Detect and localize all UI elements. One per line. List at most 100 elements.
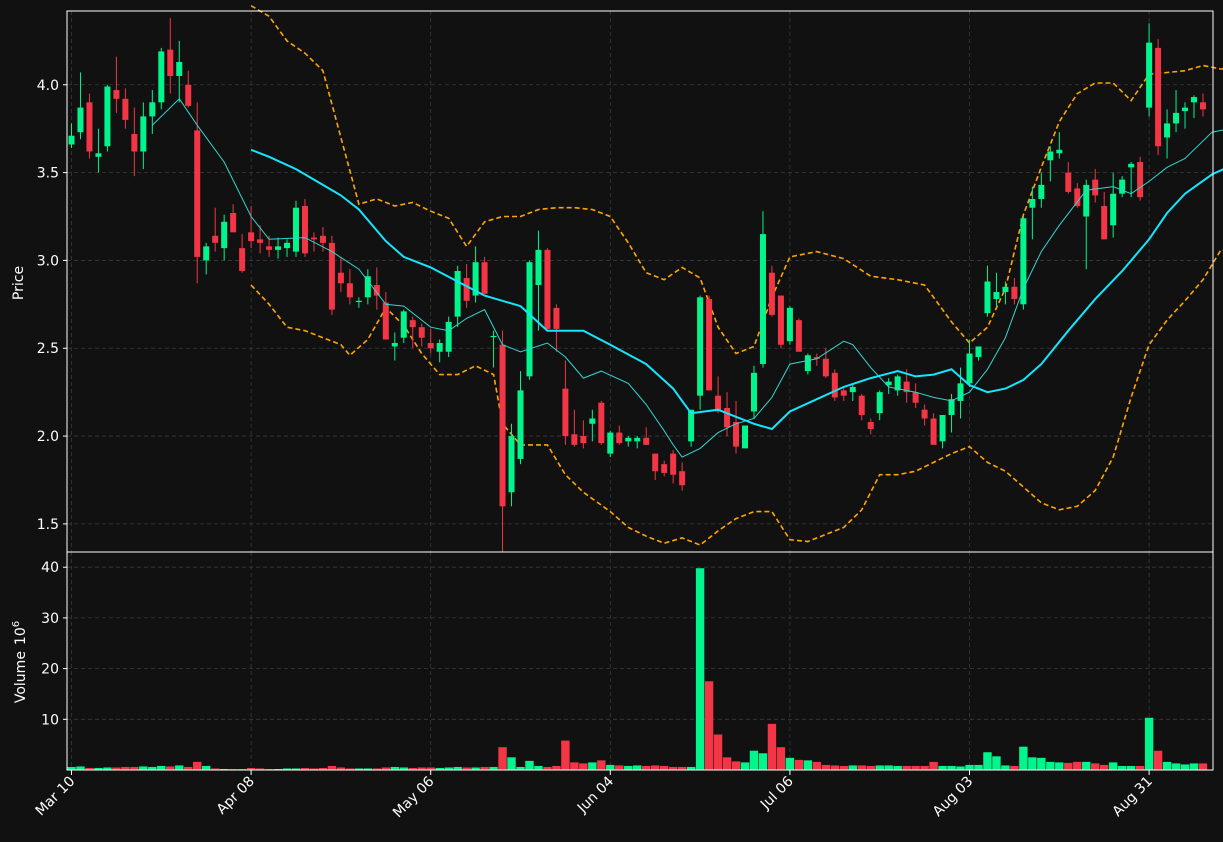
- volume-bar: [139, 766, 148, 770]
- volume-bar: [983, 752, 992, 770]
- candle-body: [993, 292, 1000, 300]
- candle-body: [661, 464, 668, 473]
- volume-bar: [1162, 761, 1172, 770]
- volume-bar: [992, 756, 1001, 770]
- volume-bar: [1126, 765, 1136, 770]
- candle-body: [1110, 193, 1117, 226]
- candle-body: [490, 335, 497, 338]
- candle-body: [625, 437, 632, 442]
- candle-body: [445, 321, 452, 352]
- volume-bar: [767, 723, 777, 770]
- candle-body: [867, 422, 874, 430]
- volume-bar: [561, 740, 570, 770]
- candle-body: [1164, 123, 1171, 138]
- candle-body: [230, 212, 237, 233]
- candle-body: [742, 425, 748, 449]
- candlestick-chart: 1.52.02.53.03.54.0 10203040 Mar 10 Apr 08…: [0, 0, 1223, 842]
- volume-bar: [166, 766, 175, 770]
- candle-body: [1155, 47, 1162, 147]
- volume-bar: [731, 761, 741, 770]
- candle-body: [1182, 107, 1189, 112]
- candle-body: [580, 436, 587, 444]
- volume-bar: [175, 765, 184, 770]
- candle-body: [607, 432, 614, 454]
- candle-body: [239, 248, 246, 271]
- volume-bar: [633, 765, 642, 770]
- volume-bar: [615, 765, 624, 770]
- candle-body: [454, 270, 461, 317]
- candle-body: [562, 388, 569, 437]
- candle-body: [95, 153, 102, 157]
- candle-body: [1199, 102, 1206, 110]
- volume-bar: [794, 759, 804, 770]
- volume-bar: [893, 765, 902, 770]
- candle-body: [634, 437, 641, 442]
- volume-bar: [929, 761, 938, 770]
- candle-body: [122, 98, 129, 120]
- volume-bar: [642, 765, 651, 770]
- volume-bar: [875, 765, 884, 770]
- volume-bar: [1028, 757, 1037, 770]
- volume-bar: [776, 747, 786, 770]
- volume-bar: [974, 764, 983, 770]
- volume-bar: [1189, 763, 1199, 770]
- volume-bar: [1171, 763, 1181, 770]
- candle-body: [266, 246, 273, 250]
- candle-body: [364, 276, 371, 298]
- candle-body: [284, 242, 291, 249]
- volume-bar: [785, 757, 795, 770]
- candle-body: [481, 262, 488, 294]
- candle-body: [400, 311, 407, 338]
- candle-body: [598, 402, 605, 444]
- volume-bar: [812, 761, 822, 770]
- candle-body: [733, 422, 740, 447]
- volume-bar: [1037, 757, 1046, 770]
- volume-bar: [193, 761, 202, 770]
- volume-bar: [651, 765, 660, 770]
- volume-tick-label: 40: [41, 560, 59, 576]
- candle-body: [535, 249, 542, 286]
- volume-bar: [848, 765, 857, 770]
- volume-bar: [597, 760, 606, 770]
- candle-body: [984, 281, 991, 314]
- volume-bar: [1117, 765, 1127, 770]
- candle-body: [1137, 162, 1144, 198]
- price-axis-label: Price: [11, 266, 27, 300]
- candle-body: [750, 372, 757, 412]
- candle-body: [777, 295, 784, 345]
- candle-body: [921, 409, 928, 419]
- candle-body: [975, 346, 982, 358]
- volume-bar: [579, 763, 588, 770]
- candle-body: [1146, 42, 1153, 108]
- volume-bar: [1180, 764, 1190, 770]
- candle-body: [194, 130, 201, 257]
- candle-body: [355, 300, 362, 303]
- candle-body: [1011, 286, 1018, 300]
- candle-body: [167, 49, 174, 76]
- price-tick-label: 4.0: [37, 78, 59, 94]
- volume-bar: [740, 762, 750, 770]
- volume-bar: [1010, 765, 1019, 770]
- candle-body: [508, 436, 515, 493]
- price-tick-label: 2.0: [37, 429, 59, 445]
- candle-body: [697, 297, 704, 396]
- volume-bar: [911, 765, 920, 770]
- candle-body: [553, 307, 560, 329]
- candle-body: [1020, 218, 1027, 305]
- candle-body: [436, 342, 443, 352]
- candle-body: [275, 246, 282, 250]
- volume-bar: [1055, 762, 1064, 770]
- volume-bar: [1091, 763, 1100, 770]
- candle-body: [939, 414, 946, 442]
- candle-body: [822, 358, 829, 377]
- volume-tick-label: 10: [41, 712, 59, 728]
- candle-body: [77, 107, 84, 133]
- candle-body: [957, 383, 964, 401]
- candle-body: [86, 102, 93, 152]
- volume-bar: [956, 766, 965, 770]
- candle-body: [337, 272, 344, 284]
- price-tick-label: 1.5: [37, 517, 59, 533]
- candle-body: [1002, 286, 1009, 293]
- candle-body: [1092, 179, 1099, 196]
- candle-body: [1119, 179, 1126, 194]
